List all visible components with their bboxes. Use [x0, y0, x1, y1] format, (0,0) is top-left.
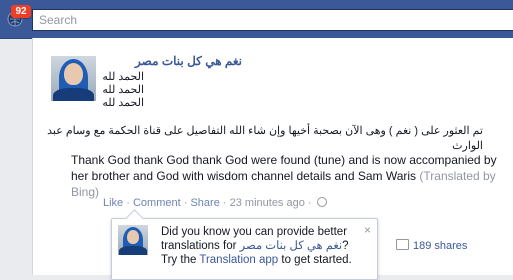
shares-count[interactable]: 189 shares — [396, 239, 467, 252]
search-input[interactable] — [33, 10, 513, 30]
top-bar: 92 — [0, 0, 513, 39]
like-link[interactable]: Like — [103, 197, 123, 209]
post-card: نغم هي كل بنات مصر الحمد لله الحمد لله ا… — [32, 38, 513, 280]
translation-app-link[interactable]: Translation app — [199, 254, 278, 266]
translation-tip-text: Did you know you can provide better tran… — [161, 226, 352, 266]
author-avatar[interactable] — [51, 56, 96, 101]
post-translation: Thank God thank God thank God were found… — [71, 152, 497, 200]
post-arabic-text: تم العثور على ( نغم ) وهى الآن بصحبة أخي… — [47, 125, 483, 152]
post-intro-lines: الحمد لله الحمد لله الحمد لله — [102, 71, 144, 110]
post-author-name[interactable]: نغم هي كل بنات مصر — [135, 54, 242, 68]
notifications-icon[interactable]: 92 — [6, 5, 31, 28]
notification-count-badge[interactable]: 92 — [11, 5, 31, 18]
post-timestamp[interactable]: 23 minutes ago — [230, 197, 305, 209]
share-icon — [396, 239, 409, 250]
intro-line: الحمد لله — [102, 71, 144, 83]
page-name-link[interactable]: نغم هي كل بنات مصر — [240, 240, 343, 252]
share-link[interactable]: Share — [190, 197, 219, 209]
comment-link[interactable]: Comment — [133, 197, 181, 209]
intro-line: الحمد لله — [102, 97, 144, 109]
post-actions: Like · Comment · Share · 23 minutes ago … — [103, 197, 327, 209]
intro-line: الحمد لله — [102, 84, 144, 96]
translation-tip-popup: Did you know you can provide better tran… — [111, 218, 378, 280]
search-box[interactable] — [32, 9, 513, 31]
close-icon[interactable]: × — [364, 223, 371, 237]
privacy-public-icon[interactable] — [316, 197, 327, 207]
page-avatar[interactable] — [118, 225, 148, 255]
